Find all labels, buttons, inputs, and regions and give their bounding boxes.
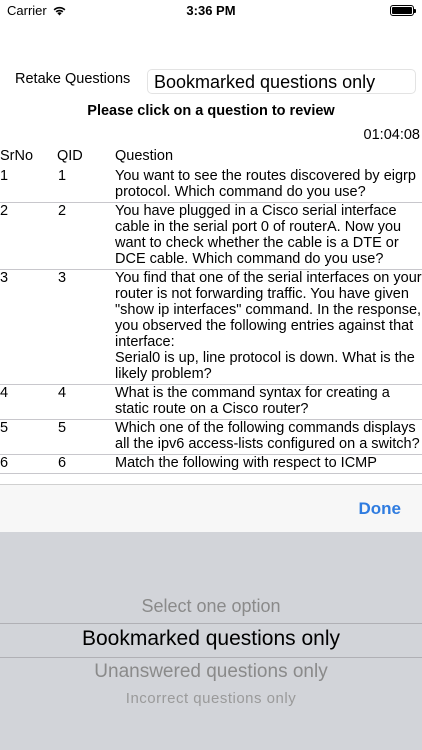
row-srno: 3 bbox=[0, 270, 9, 286]
review-instruction: Please click on a question to review bbox=[87, 103, 335, 119]
question-row[interactable]: 1 1 You want to see the routes discovere… bbox=[0, 168, 422, 203]
question-row[interactable]: 5 5 Which one of the following commands … bbox=[0, 420, 422, 455]
column-header-srno: SrNo bbox=[0, 148, 34, 164]
retake-filter-field[interactable]: Bookmarked questions only bbox=[147, 69, 416, 94]
row-srno: 5 bbox=[0, 420, 9, 436]
row-srno: 4 bbox=[0, 385, 9, 401]
question-row[interactable]: 4 4 What is the command syntax for creat… bbox=[0, 385, 422, 420]
question-list[interactable]: 1 1 You want to see the routes discovere… bbox=[0, 168, 422, 484]
picker-option-selected[interactable]: Bookmarked questions only bbox=[0, 627, 422, 651]
row-question-text: You have plugged in a Cisco serial inter… bbox=[115, 203, 406, 267]
status-bar: Carrier 3:36 PM bbox=[0, 0, 422, 22]
option-picker[interactable]: Select one option Bookmarked questions o… bbox=[0, 532, 422, 750]
row-qid: 2 bbox=[58, 203, 67, 219]
table-header: SrNo QID Question bbox=[0, 148, 422, 168]
picker-option[interactable]: Incorrect questions only bbox=[0, 690, 422, 707]
picker-option[interactable]: Unanswered questions only bbox=[0, 661, 422, 683]
row-qid: 1 bbox=[58, 168, 67, 184]
clock: 3:36 PM bbox=[186, 3, 236, 18]
row-qid: 3 bbox=[58, 270, 67, 286]
row-question-text: You find that one of the serial interfac… bbox=[115, 270, 422, 382]
battery-icon bbox=[390, 5, 416, 16]
column-header-question: Question bbox=[115, 148, 174, 164]
row-srno: 2 bbox=[0, 203, 9, 219]
done-button[interactable]: Done bbox=[359, 499, 402, 519]
row-question-text: What is the command syntax for creating … bbox=[115, 385, 394, 417]
row-qid: 6 bbox=[58, 455, 67, 471]
picker-option[interactable]: Select one option bbox=[0, 596, 422, 617]
question-row[interactable]: 2 2 You have plugged in a Cisco serial i… bbox=[0, 203, 422, 270]
row-srno: 1 bbox=[0, 168, 9, 184]
picker-toolbar: Done bbox=[0, 484, 422, 532]
picker-selection-bottom-line bbox=[0, 657, 422, 658]
picker-selection-top-line bbox=[0, 623, 422, 624]
question-row[interactable]: 6 6 Match the following with respect to … bbox=[0, 455, 422, 474]
row-question-text: Which one of the following commands disp… bbox=[115, 420, 420, 452]
row-srno: 6 bbox=[0, 455, 9, 471]
retake-questions-label: Retake Questions bbox=[15, 71, 131, 87]
row-question-text: Match the following with respect to ICMP bbox=[115, 455, 377, 471]
row-qid: 5 bbox=[58, 420, 67, 436]
row-qid: 4 bbox=[58, 385, 67, 401]
question-row[interactable]: 3 3 You find that one of the serial inte… bbox=[0, 270, 422, 385]
row-question-text: You want to see the routes discovered by… bbox=[115, 168, 420, 200]
elapsed-timer: 01:04:08 bbox=[363, 127, 420, 143]
column-header-qid: QID bbox=[57, 148, 83, 164]
